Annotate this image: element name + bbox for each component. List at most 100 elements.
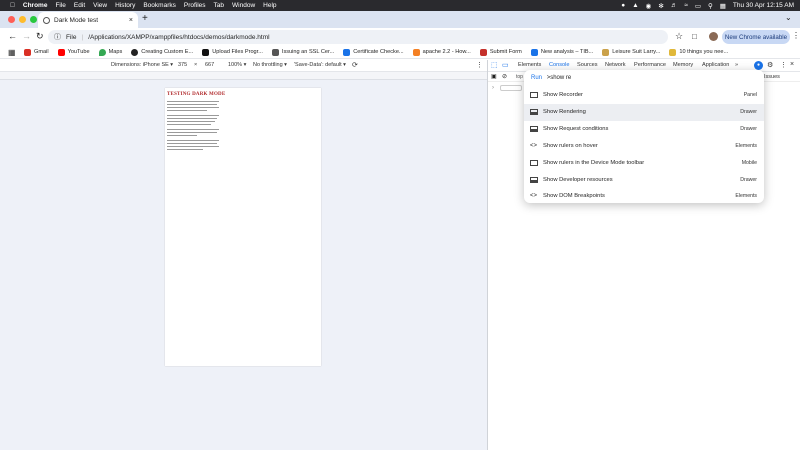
close-tab-icon[interactable]: × (129, 17, 133, 24)
bookmark-youtube[interactable]: YouTube (57, 48, 90, 56)
info-icon[interactable]: ⓘ (54, 32, 61, 42)
bookmark-item[interactable]: Issuing an SSL Cer... (271, 48, 335, 56)
back-icon[interactable]: ← (8, 31, 17, 41)
device-select[interactable]: Dimensions: iPhone SE ▾ (111, 62, 173, 68)
tab-sources[interactable]: Sources (577, 62, 598, 68)
forward-icon[interactable]: → (22, 31, 31, 41)
issues-label[interactable]: Issues (764, 74, 780, 80)
command-item-show-request-conditions[interactable]: Show Request conditions Drawer (524, 121, 764, 138)
context-select[interactable]: top (516, 74, 523, 80)
tab-console[interactable]: Console (549, 62, 570, 68)
url-text[interactable]: /Applications/XAMPP/xamppfiles/htdocs/de… (88, 34, 269, 41)
tab-search-icon[interactable]: ⌄ (785, 13, 792, 22)
globe-icon (43, 16, 50, 24)
menu-tab[interactable]: Tab (214, 2, 224, 9)
apple-icon[interactable]:  (10, 2, 15, 9)
bookmark-label: Issuing an SSL Cer... (281, 49, 335, 55)
console-expand-icon[interactable]: › (492, 85, 494, 91)
bookmark-item[interactable]: Leisure Suit Larry... (602, 48, 660, 56)
menu-file[interactable]: File (55, 2, 65, 9)
menu-window[interactable]: Window (232, 2, 255, 9)
command-item-show-rulers-device-mode[interactable]: Show rulers in the Device Mode toolbar M… (524, 155, 764, 172)
bookmark-item[interactable]: New analysis – TIB... (530, 48, 593, 56)
viewport-height-input[interactable]: 667 (205, 62, 214, 68)
wifi-icon[interactable]: ≈ (684, 2, 688, 9)
device-toolbar-more-icon[interactable]: ⋮ (476, 61, 483, 69)
close-window-button[interactable] (8, 16, 15, 23)
tab-memory[interactable]: Memory (673, 62, 693, 68)
paragraph-line (167, 107, 219, 108)
tab-title: Dark Mode test (54, 16, 99, 24)
site-favicon-icon (202, 48, 210, 56)
tab-performance[interactable]: Performance (634, 62, 666, 68)
control-center-icon[interactable]: ▦ (720, 2, 726, 10)
bookmark-gmail[interactable]: Gmail (24, 48, 49, 56)
zoom-window-button[interactable] (30, 16, 37, 23)
search-icon[interactable]: ⚲ (708, 2, 713, 10)
bookmark-item[interactable]: Submit Form (479, 48, 522, 56)
tab-network[interactable]: Network (605, 62, 626, 68)
menu-history[interactable]: History (115, 2, 135, 9)
command-item-show-recorder[interactable]: Show Recorder Panel (524, 87, 764, 104)
command-item-show-developer-resources[interactable]: Show Developer resources Drawer (524, 172, 764, 189)
console-message-badge (500, 85, 522, 91)
kebab-menu-icon[interactable]: ⋮ (792, 31, 800, 40)
volume-icon[interactable]: ♬ (671, 2, 678, 9)
throttling-select[interactable]: No throttling ▾ (253, 62, 287, 68)
rotate-icon[interactable]: ⟳ (352, 61, 358, 69)
bluetooth-icon[interactable]: ✻ (658, 2, 663, 10)
command-query[interactable]: >show re (547, 75, 572, 81)
browser-tab[interactable]: Dark Mode test × (38, 12, 138, 28)
device-toolbar-toggle-icon[interactable]: ▭ (502, 61, 509, 69)
bookmark-item[interactable]: Creating Custom E... (131, 48, 193, 56)
bookmark-label: Certificate Checke... (353, 49, 404, 55)
youtube-icon (57, 48, 65, 56)
menu-app-name[interactable]: Chrome (23, 2, 48, 9)
command-label: Show Request conditions (543, 126, 609, 133)
new-tab-button[interactable]: + (142, 13, 148, 24)
command-item-show-dom-breakpoints[interactable]: <> Show DOM Breakpoints Elements (524, 189, 764, 203)
new-chrome-available-button[interactable]: New Chrome available (722, 30, 790, 44)
menubar-clock[interactable]: Thu 30 Apr 12:15 AM (733, 2, 794, 9)
menu-view[interactable]: View (93, 2, 107, 9)
menu-bookmarks[interactable]: Bookmarks (143, 2, 176, 9)
menu-help[interactable]: Help (263, 2, 276, 9)
status-icon[interactable]: ▲ (632, 2, 638, 9)
bookmark-item[interactable]: apache 2.2 - How... (412, 48, 471, 56)
reload-icon[interactable]: ↻ (36, 31, 44, 42)
command-item-show-rulers-on-hover[interactable]: <> Show rulers on hover Elements (524, 138, 764, 155)
command-label: Show DOM Breakpoints (543, 193, 605, 199)
sidebar-toggle-icon[interactable]: ▣ (491, 73, 497, 80)
address-bar[interactable]: ⓘ File | /Applications/XAMPP/xamppfiles/… (48, 30, 668, 44)
avatar[interactable] (709, 32, 718, 41)
clear-console-icon[interactable]: ⊘ (502, 73, 507, 80)
status-icon[interactable]: ◉ (646, 2, 652, 10)
command-label: Show rulers in the Device Mode toolbar (543, 160, 645, 167)
viewport-width-input[interactable]: 375 (178, 62, 187, 68)
issues-badge[interactable]: ● (754, 61, 763, 70)
bookmark-item[interactable]: Certificate Checke... (343, 48, 404, 56)
command-input[interactable]: Run >show re (531, 75, 571, 81)
devtools-menu-icon[interactable]: ⋮ (780, 61, 787, 69)
tab-elements[interactable]: Elements (518, 62, 541, 68)
zoom-select[interactable]: 100% ▾ (228, 62, 246, 68)
downloads-icon[interactable]: □ (692, 32, 697, 41)
inspect-element-icon[interactable]: ⬚ (491, 61, 498, 69)
media-query-bar[interactable] (0, 72, 487, 80)
menu-edit[interactable]: Edit (74, 2, 85, 9)
bookmark-star-icon[interactable]: ☆ (675, 31, 683, 42)
apps-icon[interactable]: ▦ (8, 48, 16, 57)
tab-application[interactable]: Application (702, 62, 729, 68)
bookmark-maps[interactable]: Maps (98, 48, 122, 56)
menu-profiles[interactable]: Profiles (184, 2, 206, 9)
battery-icon[interactable]: ▭ (695, 2, 701, 10)
bookmark-item[interactable]: 10 things you nee... (669, 48, 728, 56)
more-tabs-button[interactable]: » (735, 62, 738, 68)
close-devtools-icon[interactable]: × (790, 61, 794, 68)
status-icon[interactable]: ● (621, 2, 625, 9)
bookmark-item[interactable]: Upload Files Progr... (202, 48, 263, 56)
save-data-select[interactable]: 'Save-Data': default ▾ (294, 62, 346, 68)
command-item-show-rendering[interactable]: Show Rendering Drawer (524, 104, 764, 121)
minimize-window-button[interactable] (19, 16, 26, 23)
settings-gear-icon[interactable]: ⚙ (767, 61, 773, 69)
